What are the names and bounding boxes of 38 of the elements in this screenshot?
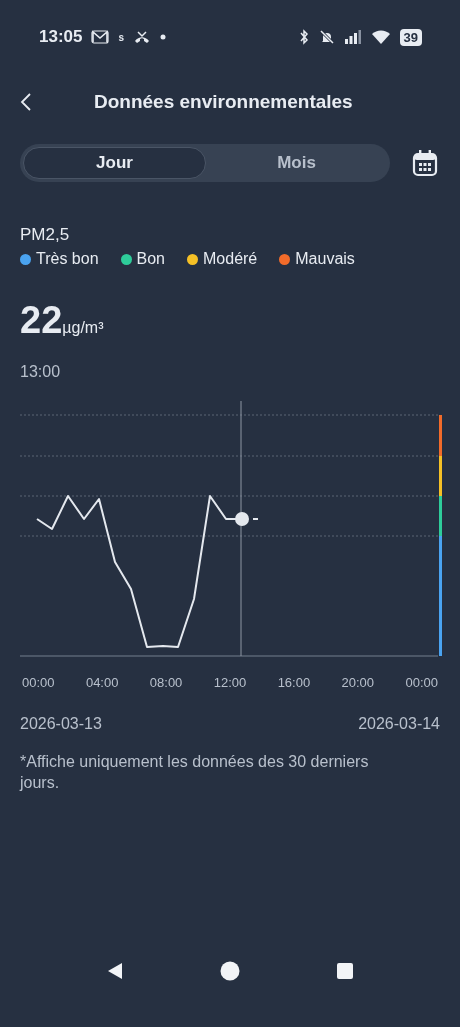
legend-label: Bon (136, 249, 165, 269)
reading-value: 22 (20, 299, 63, 342)
reading-unit: µg/m³ (62, 319, 104, 337)
status-time: 13:05 (39, 27, 83, 47)
mail-icon (91, 30, 110, 44)
battery-indicator: 39 (399, 28, 422, 46)
signal-icon (343, 29, 362, 45)
legend-label: Très bon (36, 249, 99, 269)
tab[interactable]: Mois (206, 147, 387, 179)
muted-bell-icon (318, 29, 335, 45)
axis-label: 00:00 (22, 674, 55, 692)
legend-label: Modéré (203, 249, 258, 269)
dot-icon (160, 34, 167, 40)
axis-label: 20:00 (341, 674, 375, 692)
wifi-icon (370, 29, 391, 45)
back-icon (20, 92, 32, 112)
tab[interactable]: Jour (23, 147, 206, 179)
bluetooth-icon (297, 29, 310, 45)
metric-name: PM2,5 (20, 224, 71, 246)
cursor-dot[interactable] (235, 512, 249, 526)
page-title: Données environnementales (94, 91, 353, 113)
axis-label: 04:00 (85, 674, 119, 692)
legend-label: Mauvais (295, 249, 355, 269)
footnote: *Affiche uniquement les données des 30 derniers jours. (20, 752, 370, 793)
start-date: 2026-03-13 (20, 714, 102, 734)
back-nav-button[interactable] (106, 961, 124, 981)
axis-label: 12:00 (213, 674, 247, 692)
axis-label: 08:00 (149, 674, 183, 692)
end-date: 2026-03-14 (358, 714, 440, 734)
calendar-icon (412, 149, 438, 177)
axis-label: 16:00 (277, 674, 311, 692)
recents-nav-button[interactable] (336, 962, 354, 980)
home-nav-button[interactable] (220, 961, 240, 981)
calendar-button[interactable] (412, 149, 438, 177)
notification-glyph: s (118, 31, 125, 43)
reading-time: 13:00 (20, 362, 62, 382)
dash-mark (252, 518, 259, 520)
axis-label: 00:00 (405, 674, 438, 692)
